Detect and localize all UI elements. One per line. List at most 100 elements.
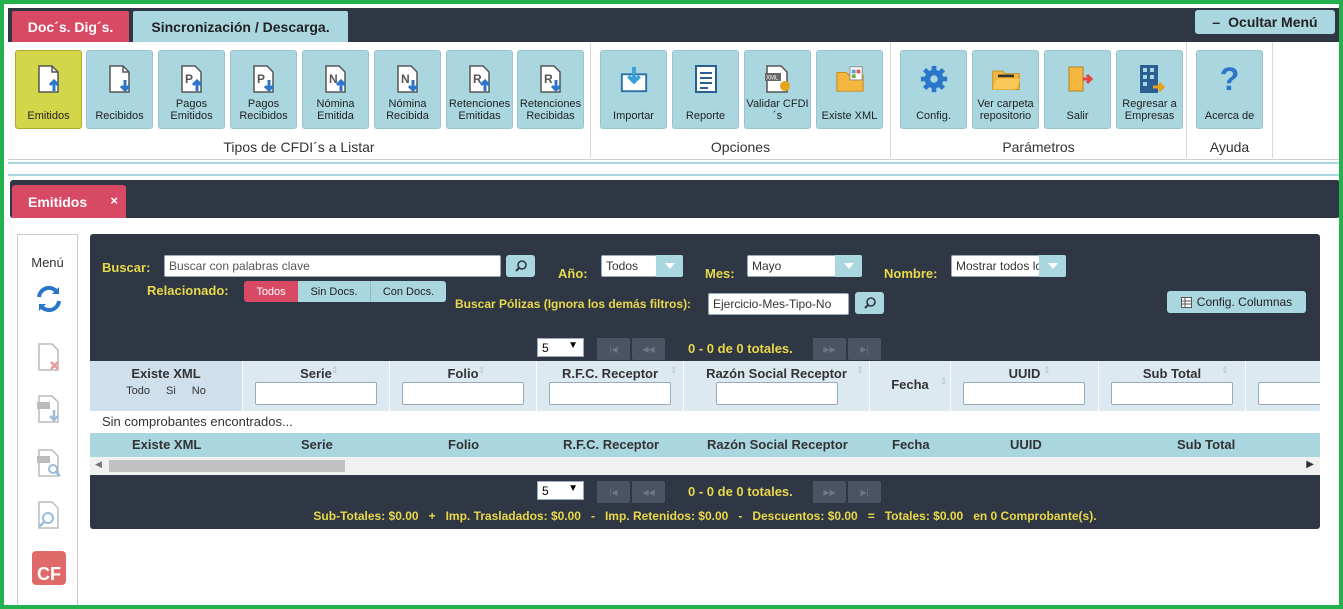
validar-cfdis-button[interactable]: XML Validar CFDI´s xyxy=(744,50,811,129)
importar-button[interactable]: Importar xyxy=(600,50,667,129)
col-rfc-label: R.F.C. Receptor xyxy=(561,366,659,381)
empty-message: Sin comprobantes encontrados... xyxy=(90,411,1320,433)
chevron-down-icon xyxy=(664,263,675,269)
rel-sin-docs-button[interactable]: Sin Docs. xyxy=(298,281,370,302)
search-button[interactable] xyxy=(506,255,535,277)
folio-filter-input[interactable] xyxy=(402,382,524,405)
search-document-icon[interactable] xyxy=(33,497,65,533)
acerca-de-button[interactable]: ? Acerca de xyxy=(1196,50,1263,129)
next-page-button[interactable]: ▶▶ xyxy=(813,481,846,503)
nombre-select[interactable]: Mostrar todos lo xyxy=(951,255,1040,277)
emitidos-button[interactable]: Emitidos xyxy=(15,50,82,129)
next-col-filter-input[interactable] xyxy=(1258,382,1320,405)
retenciones-emitidas-button[interactable]: R Retenciones Emitidas xyxy=(446,50,513,129)
pagos-emitidos-button[interactable]: P Pagos Emitidos xyxy=(158,50,225,129)
xml-todo-option[interactable]: Todo xyxy=(126,385,150,397)
prev-page-button[interactable]: ◀◀ xyxy=(632,338,665,360)
serie-filter-input[interactable] xyxy=(255,382,377,405)
hide-menu-label: Ocultar Menú xyxy=(1228,14,1318,30)
page-size-select[interactable]: 5 ▼ xyxy=(537,481,584,500)
sort-icon: ⇕ xyxy=(1221,365,1229,375)
svg-text:R: R xyxy=(544,72,553,86)
xml-si-option[interactable]: Si xyxy=(166,385,176,397)
search-pdf-icon[interactable] xyxy=(33,445,65,481)
pager-top: 5 ▼ |◀ ◀◀ 0 - 0 de 0 totales. ▶▶ ▶| xyxy=(90,338,1320,360)
cf-logo-icon[interactable]: CF xyxy=(32,551,66,585)
retenciones-recibidas-button[interactable]: R Retenciones Recibidas xyxy=(517,50,584,129)
foot-rfc: R.F.C. Receptor xyxy=(563,437,660,452)
first-page-button[interactable]: |◀ xyxy=(597,481,630,503)
uuid-filter-input[interactable] xyxy=(963,382,1085,405)
nomina-emitida-icon: N xyxy=(321,63,351,95)
existe-xml-button[interactable]: Existe XML xyxy=(816,50,883,129)
rfc-filter-input[interactable] xyxy=(549,382,671,405)
anio-dropdown-button[interactable] xyxy=(656,255,683,277)
delete-document-icon[interactable] xyxy=(33,339,65,375)
mes-dropdown-button[interactable] xyxy=(835,255,862,277)
scrollbar-thumb[interactable] xyxy=(109,460,345,472)
foot-serie: Serie xyxy=(301,437,333,452)
question-mark-icon: ? xyxy=(1219,60,1240,97)
salir-button[interactable]: Salir xyxy=(1044,50,1111,129)
svg-text:P: P xyxy=(185,72,193,86)
ver-carpeta-button[interactable]: Ver carpeta repositorio xyxy=(972,50,1039,129)
importar-label: Importar xyxy=(613,110,654,122)
nombre-dropdown-button[interactable] xyxy=(1039,255,1066,277)
config-button[interactable]: Config. xyxy=(900,50,967,129)
col-fecha[interactable]: Fecha ⇕ xyxy=(870,361,951,411)
next-page-button[interactable]: ▶▶ xyxy=(813,338,846,360)
foot-folio: Folio xyxy=(448,437,480,452)
existe-xml-label: Existe XML xyxy=(821,110,878,122)
hide-menu-button[interactable]: – Ocultar Menú xyxy=(1195,10,1335,34)
search-input[interactable]: Buscar con palabras clave xyxy=(164,255,501,277)
polizas-input[interactable]: Ejercicio-Mes-Tipo-No xyxy=(708,293,849,315)
reporte-button[interactable]: Reporte xyxy=(672,50,739,129)
last-page-button[interactable]: ▶| xyxy=(848,338,881,360)
sub-total-filter-input[interactable] xyxy=(1111,382,1233,405)
col-razon-social[interactable]: Razón Social Receptor ⇕ xyxy=(684,361,870,411)
anio-select[interactable]: Todos xyxy=(601,255,657,277)
col-rfc-receptor[interactable]: R.F.C. Receptor ⇕ xyxy=(537,361,684,411)
download-xml-icon[interactable] xyxy=(33,391,65,427)
xml-filter-options: Todo Si No xyxy=(90,385,242,397)
first-page-button[interactable]: |◀ xyxy=(597,338,630,360)
scroll-right-icon[interactable]: ▶ xyxy=(1306,459,1314,470)
page-size-select[interactable]: 5 ▼ xyxy=(537,338,584,357)
col-uuid[interactable]: UUID ⇕ xyxy=(951,361,1099,411)
nomina-recibida-button[interactable]: N Nómina Recibida xyxy=(374,50,441,129)
document-tab-bar: Emitidos × xyxy=(10,180,1339,218)
tab-emitidos[interactable]: Emitidos × xyxy=(12,185,126,218)
report-icon xyxy=(691,63,721,95)
tab-docs-digs[interactable]: Doc´s. Dig´s. xyxy=(12,11,129,42)
col-folio[interactable]: Folio ⇕ xyxy=(390,361,537,411)
close-icon[interactable]: × xyxy=(110,193,118,208)
polizas-label: Buscar Pólizas (Ignora los demás filtros… xyxy=(455,297,692,311)
tab-sincronizacion[interactable]: Sincronización / Descarga. xyxy=(133,11,348,42)
scroll-left-icon[interactable]: ◀ xyxy=(95,459,102,470)
retenciones-recibidas-label: Retenciones Recibidas xyxy=(519,98,582,122)
mes-select[interactable]: Mayo xyxy=(747,255,836,277)
xml-no-option[interactable]: No xyxy=(192,385,206,397)
nomina-emitida-button[interactable]: N Nómina Emitida xyxy=(302,50,369,129)
regresar-empresas-button[interactable]: Regresar a Empresas xyxy=(1116,50,1183,129)
rel-con-docs-button[interactable]: Con Docs. xyxy=(370,281,446,302)
last-page-button[interactable]: ▶| xyxy=(848,481,881,503)
recibidos-button[interactable]: Recibidos xyxy=(86,50,153,129)
gear-icon xyxy=(919,63,949,95)
col-fecha-label: Fecha xyxy=(891,377,929,392)
prev-page-button[interactable]: ◀◀ xyxy=(632,481,665,503)
pagos-recibidos-button[interactable]: P Pagos Recibidos xyxy=(230,50,297,129)
page-size-value: 5 xyxy=(542,341,549,355)
razon-social-filter-input[interactable] xyxy=(716,382,838,405)
config-columnas-button[interactable]: Config. Columnas xyxy=(1167,291,1306,313)
mes-label: Mes: xyxy=(705,266,735,281)
refresh-icon[interactable] xyxy=(33,281,65,317)
chevron-down-icon xyxy=(1047,263,1058,269)
horizontal-scrollbar[interactable]: ◀ ▶ xyxy=(90,457,1320,475)
polizas-search-button[interactable] xyxy=(855,292,884,314)
rel-todos-button[interactable]: Todos xyxy=(244,281,298,302)
col-sub-total[interactable]: Sub Total ⇕ xyxy=(1099,361,1246,411)
col-existe-xml[interactable]: Existe XML Todo Si No xyxy=(90,361,243,411)
reporte-label: Reporte xyxy=(685,110,726,122)
col-serie[interactable]: Serie ⇕ xyxy=(243,361,390,411)
